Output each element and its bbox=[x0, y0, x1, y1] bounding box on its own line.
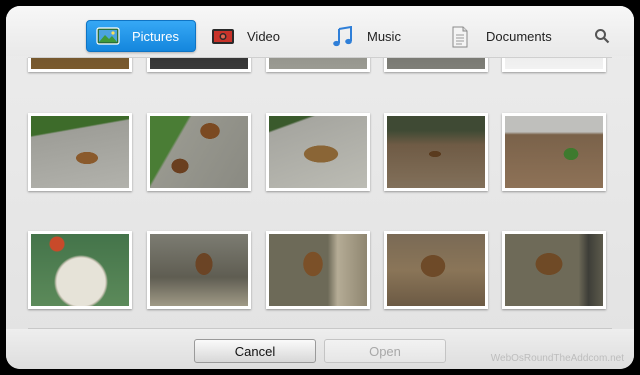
thumbnail[interactable] bbox=[147, 113, 251, 191]
thumbnail[interactable] bbox=[147, 58, 251, 72]
thumbnail[interactable] bbox=[266, 58, 370, 72]
thumbnail[interactable] bbox=[266, 113, 370, 191]
tab-pictures[interactable]: Pictures bbox=[86, 20, 196, 52]
tab-bar: Pictures Video Music Documents bbox=[6, 6, 634, 56]
tab-documents[interactable]: Documents bbox=[450, 20, 580, 52]
tab-documents-label: Documents bbox=[486, 28, 552, 44]
open-button[interactable]: Open bbox=[324, 339, 446, 363]
tab-music-label: Music bbox=[367, 28, 401, 44]
file-picker-dialog: Pictures Video Music Documents Cancel Op… bbox=[6, 6, 634, 369]
watermark-text: WebOsRoundTheAddcom.net bbox=[490, 353, 624, 364]
pictures-icon bbox=[96, 26, 120, 46]
thumbnail[interactable] bbox=[147, 231, 251, 309]
thumbnail[interactable] bbox=[266, 231, 370, 309]
thumbnail[interactable] bbox=[502, 58, 606, 72]
thumbnail[interactable] bbox=[28, 231, 132, 309]
thumbnail[interactable] bbox=[384, 231, 488, 309]
video-icon bbox=[211, 26, 235, 46]
footer-bar: Cancel Open WebOsRoundTheAddcom.net bbox=[6, 329, 634, 369]
thumbnail[interactable] bbox=[384, 113, 488, 191]
tab-video-label: Video bbox=[247, 28, 281, 44]
music-icon bbox=[331, 25, 355, 47]
tab-pictures-label: Pictures bbox=[132, 28, 179, 44]
tab-video[interactable]: Video bbox=[211, 20, 311, 52]
thumbnail[interactable] bbox=[28, 58, 132, 72]
documents-icon bbox=[450, 26, 474, 48]
cancel-button[interactable]: Cancel bbox=[194, 339, 316, 363]
search-icon[interactable] bbox=[594, 28, 610, 44]
thumbnail[interactable] bbox=[502, 113, 606, 191]
tab-music[interactable]: Music bbox=[331, 20, 431, 52]
thumbnail[interactable] bbox=[384, 58, 488, 72]
thumbnail[interactable] bbox=[502, 231, 606, 309]
thumbnail-grid[interactable] bbox=[6, 58, 634, 330]
thumbnail[interactable] bbox=[28, 113, 132, 191]
